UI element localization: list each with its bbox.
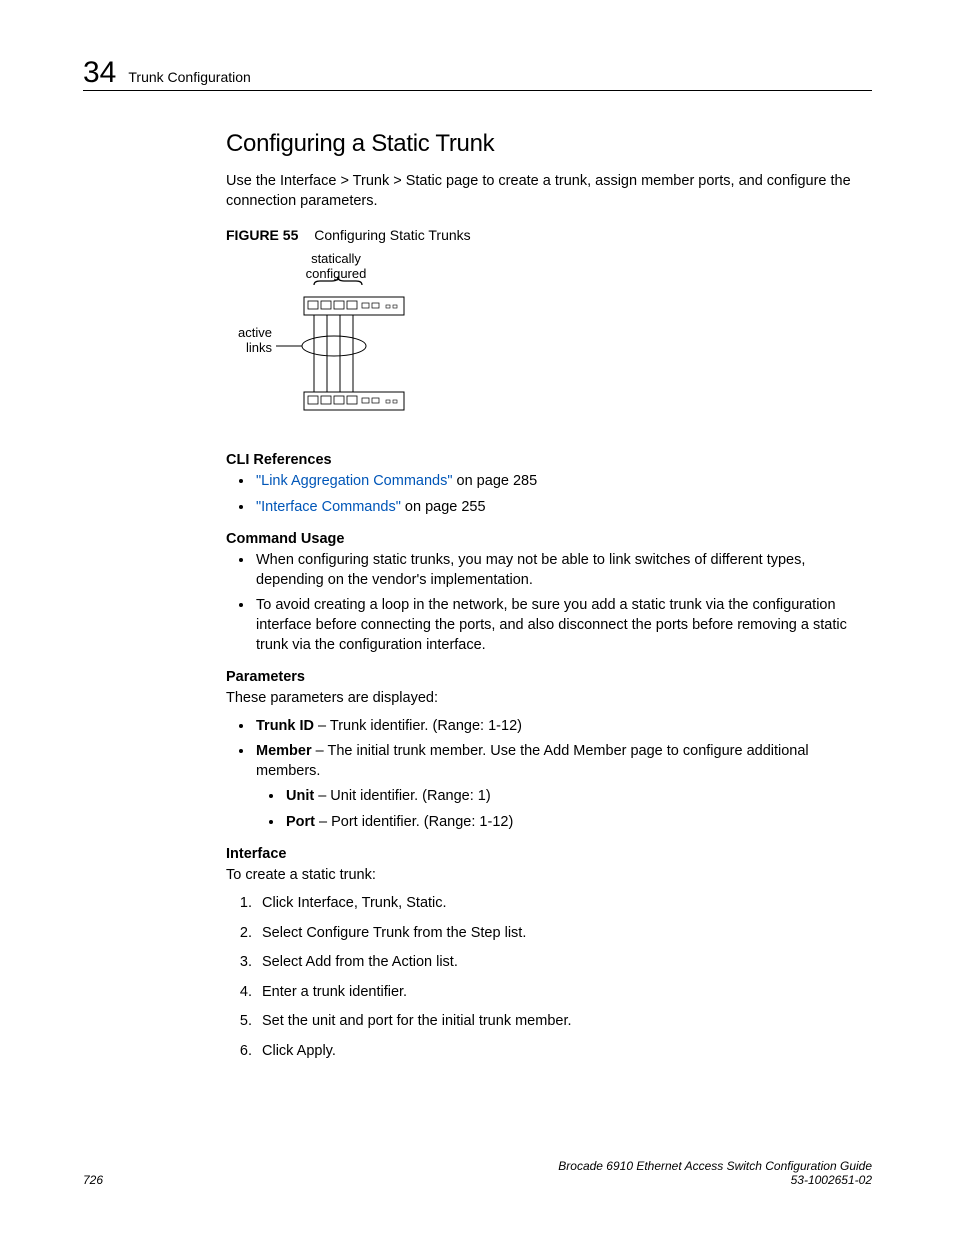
footer-right: Brocade 6910 Ethernet Access Switch Conf… [558,1159,872,1187]
param-desc: – Unit identifier. (Range: 1) [314,788,491,804]
cli-references-heading: CLI References [226,452,874,468]
figure-caption-text: Configuring Static Trunks [314,227,470,243]
interface-heading: Interface [226,846,874,862]
main-content: Configuring a Static Trunk Use the Inter… [226,130,874,1075]
figure-label: FIGURE 55 [226,227,298,243]
command-usage-heading: Command Usage [226,531,874,547]
step-item: Click Apply. [256,1042,874,1062]
figure-side-label-line1: active [238,325,272,340]
param-term: Port [286,814,315,830]
step-item: Select Configure Trunk from the Step lis… [256,924,874,944]
interface-intro: To create a static trunk: [226,866,874,886]
list-item: Trunk ID – Trunk identifier. (Range: 1-1… [254,717,874,737]
doc-title: Brocade 6910 Ethernet Access Switch Conf… [558,1159,872,1173]
figure-top-label-line2: configured [306,266,367,281]
section-heading: Configuring a Static Trunk [226,130,874,158]
interface-steps: Click Interface, Trunk, Static. Select C… [226,894,874,1061]
cli-references-list: "Link Aggregation Commands" on page 285 … [226,472,874,517]
param-term: Trunk ID [256,718,314,734]
running-header: 34 Trunk Configuration [83,58,872,91]
page-footer: 726 Brocade 6910 Ethernet Access Switch … [83,1159,872,1187]
param-term: Unit [286,788,314,804]
list-item: "Interface Commands" on page 255 [254,498,874,518]
list-item: Member – The initial trunk member. Use t… [254,742,874,832]
parameters-intro: These parameters are displayed: [226,689,874,709]
figure-top-label-line1: statically [311,251,361,266]
list-item: Unit – Unit identifier. (Range: 1) [284,787,874,807]
list-item: "Link Aggregation Commands" on page 285 [254,472,874,492]
param-desc: – Trunk identifier. (Range: 1-12) [314,718,522,734]
param-desc: – The initial trunk member. Use the Add … [256,743,809,779]
command-usage-list: When configuring static trunks, you may … [226,551,874,655]
step-item: Click Interface, Trunk, Static. [256,894,874,914]
list-item: Port – Port identifier. (Range: 1-12) [284,813,874,833]
intro-paragraph: Use the Interface > Trunk > Static page … [226,172,874,211]
param-term: Member [256,743,312,759]
figure-caption: FIGURE 55 Configuring Static Trunks [226,227,874,243]
parameters-list: Trunk ID – Trunk identifier. (Range: 1-1… [226,717,874,833]
link-aggregation-commands-link[interactable]: "Link Aggregation Commands" [256,473,453,489]
step-item: Set the unit and port for the initial tr… [256,1012,874,1032]
param-desc: – Port identifier. (Range: 1-12) [315,814,513,830]
figure-side-label-line2: links [246,340,273,355]
page: 34 Trunk Configuration Configuring a Sta… [0,0,954,1235]
step-item: Enter a trunk identifier. [256,983,874,1003]
parameters-heading: Parameters [226,669,874,685]
interface-commands-link[interactable]: "Interface Commands" [256,499,401,515]
figure-diagram: statically configured [226,249,874,434]
link-suffix: on page 285 [453,473,538,489]
doc-number: 53-1002651-02 [558,1173,872,1187]
list-item: When configuring static trunks, you may … [254,551,874,590]
page-number: 726 [83,1173,103,1187]
chapter-number: 34 [83,58,116,88]
chapter-title: Trunk Configuration [128,70,250,88]
list-item: To avoid creating a loop in the network,… [254,596,874,655]
parameters-sublist: Unit – Unit identifier. (Range: 1) Port … [256,787,874,832]
link-suffix: on page 255 [401,499,486,515]
step-item: Select Add from the Action list. [256,953,874,973]
